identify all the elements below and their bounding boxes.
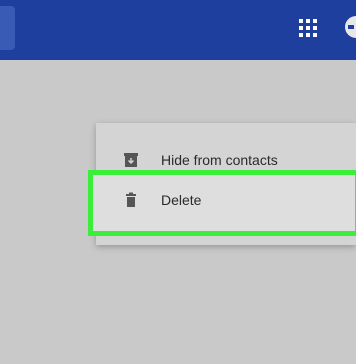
trash-icon bbox=[126, 192, 136, 207]
apps-grid-icon[interactable] bbox=[299, 19, 317, 37]
search-box[interactable] bbox=[0, 6, 15, 50]
archive-icon bbox=[124, 153, 138, 167]
menu-item-delete[interactable]: Delete bbox=[96, 177, 348, 223]
menu-item-label: Hide from contacts bbox=[161, 152, 278, 168]
account-icon[interactable] bbox=[345, 16, 356, 38]
app-bar bbox=[0, 0, 356, 60]
menu-item-label: Delete bbox=[161, 192, 202, 208]
